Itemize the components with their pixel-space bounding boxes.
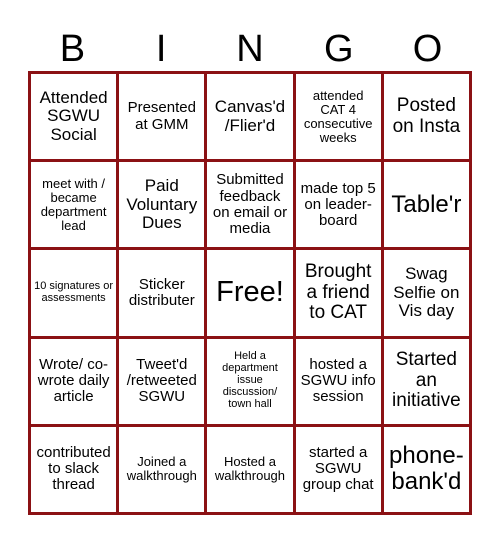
bingo-cell[interactable]: made top 5 on leader-board — [292, 159, 384, 251]
grid-row: Wrote/ co-wrote daily article Tweet'd /r… — [27, 335, 473, 427]
bingo-cell[interactable]: Posted on Insta — [380, 70, 473, 163]
bingo-cell[interactable]: started a SGWU group chat — [292, 423, 384, 516]
bingo-cell[interactable]: Joined a walkthrough — [116, 423, 208, 516]
bingo-cell[interactable]: Sticker distributer — [116, 247, 208, 339]
bingo-cell[interactable]: Started an initiative — [380, 335, 473, 427]
bingo-cell[interactable]: 10 signatures or assessments — [27, 247, 120, 339]
grid-row: contributed to slack thread Joined a wal… — [27, 423, 473, 516]
grid-row: 10 signatures or assessments Sticker dis… — [27, 247, 473, 339]
bingo-grid: Attended SGWU Social Presented at GMM Ca… — [27, 70, 473, 516]
header-letter-b: B — [59, 28, 86, 70]
bingo-cell[interactable]: Held a department issue discussion/ town… — [204, 335, 296, 427]
bingo-cell[interactable]: hosted a SGWU info session — [292, 335, 384, 427]
bingo-cell[interactable]: Tweet'd /retweeted SGWU — [116, 335, 208, 427]
header-letter-o: O — [412, 28, 443, 70]
free-space-cell[interactable]: Free! — [204, 247, 296, 339]
bingo-cell[interactable]: Submitted feedback on email or media — [204, 159, 296, 251]
bingo-cell[interactable]: Swag Selfie on Vis day — [380, 247, 473, 339]
bingo-cell[interactable]: meet with / became department lead — [27, 159, 120, 251]
bingo-cell[interactable]: contributed to slack thread — [27, 423, 120, 516]
header-letter-g: G — [324, 28, 354, 70]
bingo-cell[interactable]: Brought a friend to CAT — [292, 247, 384, 339]
bingo-cell[interactable]: Hosted a walkthrough — [204, 423, 296, 516]
header-letter-i: I — [155, 28, 167, 70]
bingo-header: B I N G O — [28, 28, 472, 71]
bingo-cell[interactable]: Table'r — [380, 159, 473, 251]
grid-row: meet with / became department lead Paid … — [27, 159, 473, 251]
bingo-cell[interactable]: Canvas'd /Flier'd — [204, 70, 296, 163]
header-letter-n: N — [236, 28, 264, 70]
bingo-cell[interactable]: attended CAT 4 consecutive weeks — [292, 70, 384, 163]
bingo-cell[interactable]: Paid Voluntary Dues — [116, 159, 208, 251]
grid-row: Attended SGWU Social Presented at GMM Ca… — [27, 70, 473, 163]
bingo-cell[interactable]: Presented at GMM — [116, 70, 208, 163]
bingo-cell[interactable]: Attended SGWU Social — [27, 70, 120, 163]
bingo-cell[interactable]: phone-bank'd — [380, 423, 473, 516]
bingo-cell[interactable]: Wrote/ co-wrote daily article — [27, 335, 120, 427]
